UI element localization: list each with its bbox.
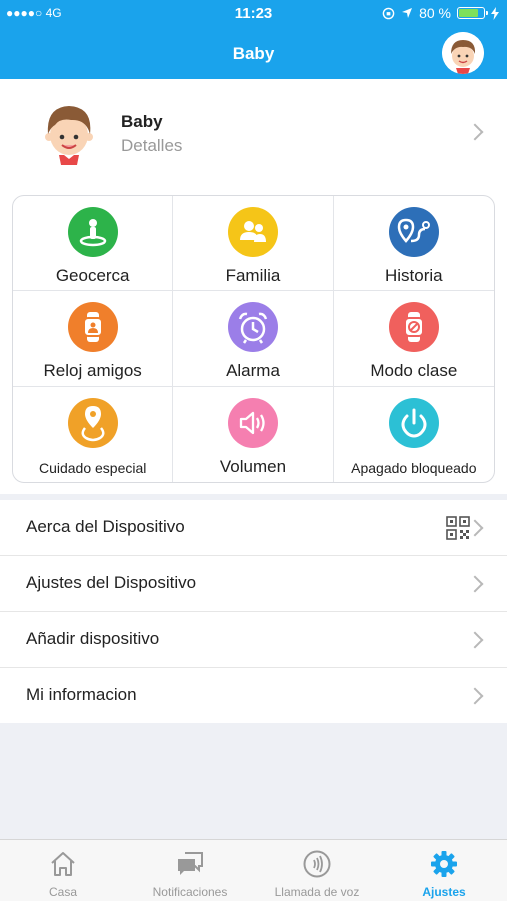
chevron-right-icon (466, 687, 484, 705)
battery-percent: 80 % (419, 5, 451, 21)
status-bar: ●●●●○ 4G 11:23 80 % (0, 0, 507, 28)
voice-call-icon (303, 850, 331, 878)
details-label: Detalles (121, 136, 183, 155)
settings-list: Aerca del Dispositivo Ajustes del Dispos… (0, 500, 507, 723)
grid-item-reloj-amigos[interactable]: Reloj amigos (13, 291, 174, 387)
chevron-right-icon (466, 575, 484, 593)
grid-label: Volumen (219, 456, 287, 476)
family-icon (227, 207, 278, 257)
boy-avatar-icon[interactable] (442, 32, 484, 74)
grid-item-modo-clase[interactable]: Modo clase (333, 291, 494, 387)
profile-card[interactable]: Baby Detalles (0, 79, 507, 185)
device-name: Baby (121, 112, 163, 131)
list-item-label: Ajustes del Dispositivo (26, 573, 197, 592)
battery-icon (457, 7, 488, 19)
tab-label: Notificaciones (152, 885, 228, 899)
grid-item-historia[interactable]: Historia (333, 196, 494, 292)
app-header: ●●●●○ 4G 11:23 80 % Baby (0, 0, 507, 79)
list-item-my-info[interactable]: Mi informacion (0, 668, 507, 723)
bottom-tab-bar: Casa Notificaciones Llamada de voz Ajust… (0, 839, 507, 901)
grid-label: Apagado bloqueado (351, 459, 477, 476)
list-item-label: Añadir dispositivo (26, 629, 160, 648)
grid-item-volumen[interactable]: Volumen (173, 386, 334, 482)
class-mode-icon (388, 302, 439, 353)
charging-bolt-icon (491, 6, 499, 20)
tab-llamada-de-voz[interactable]: Llamada de voz (254, 840, 380, 901)
chat-bubbles-icon (178, 852, 203, 875)
status-right: 80 % (382, 5, 499, 21)
grid-label: Historia (385, 266, 443, 285)
grid-item-familia[interactable]: Familia (173, 196, 334, 292)
grid-label: Geocerca (55, 266, 130, 285)
tab-notificaciones[interactable]: Notificaciones (127, 840, 253, 901)
volume-icon (227, 397, 278, 448)
grid-item-apagado-bloqueado[interactable]: Apagado bloqueado (334, 387, 494, 482)
list-item-device-settings[interactable]: Ajustes del Dispositivo (0, 556, 507, 612)
tab-label: Llamada de voz (274, 885, 360, 899)
page-title: Baby (232, 44, 275, 63)
grid-label: Familia (225, 266, 281, 285)
gear-icon (431, 851, 457, 877)
tab-ajustes[interactable]: Ajustes (381, 840, 507, 901)
home-icon (51, 852, 75, 876)
features-grid: Geocerca Familia Historia Reloj amigos A… (12, 195, 495, 483)
location-arrow-icon (402, 8, 413, 18)
grid-label: Modo clase (370, 361, 458, 381)
grid-item-geocerca[interactable]: Geocerca (13, 196, 174, 292)
grid-item-alarma[interactable]: Alarma (173, 291, 334, 387)
special-care-icon (67, 397, 118, 448)
list-item-label: Aerca del Dispositivo (26, 517, 185, 536)
orientation-lock-icon (382, 7, 395, 19)
list-item-add-device[interactable]: Añadir dispositivo (0, 612, 507, 668)
list-item-label: Mi informacion (26, 685, 137, 704)
boy-avatar-icon (36, 99, 102, 165)
list-item-about-device[interactable]: Aerca del Dispositivo (0, 500, 507, 556)
grid-label: Alarma (226, 361, 280, 381)
alarm-clock-icon (227, 302, 278, 353)
features-section: Geocerca Familia Historia Reloj amigos A… (0, 185, 507, 494)
grid-label: Reloj amigos (43, 361, 142, 381)
history-route-icon (388, 207, 439, 257)
grid-item-cuidado-especial[interactable]: Cuidado especial (13, 386, 174, 482)
tab-label: Casa (48, 885, 77, 899)
tab-casa[interactable]: Casa (0, 840, 126, 901)
grid-label: Cuidado especial (38, 459, 147, 476)
battery-level (459, 9, 478, 17)
chevron-right-icon (466, 123, 484, 141)
chevron-right-icon (466, 631, 484, 649)
geofence-icon (67, 207, 118, 257)
tab-label: Ajustes (422, 885, 466, 899)
power-lock-icon (388, 397, 439, 448)
watch-friends-icon (67, 302, 118, 353)
